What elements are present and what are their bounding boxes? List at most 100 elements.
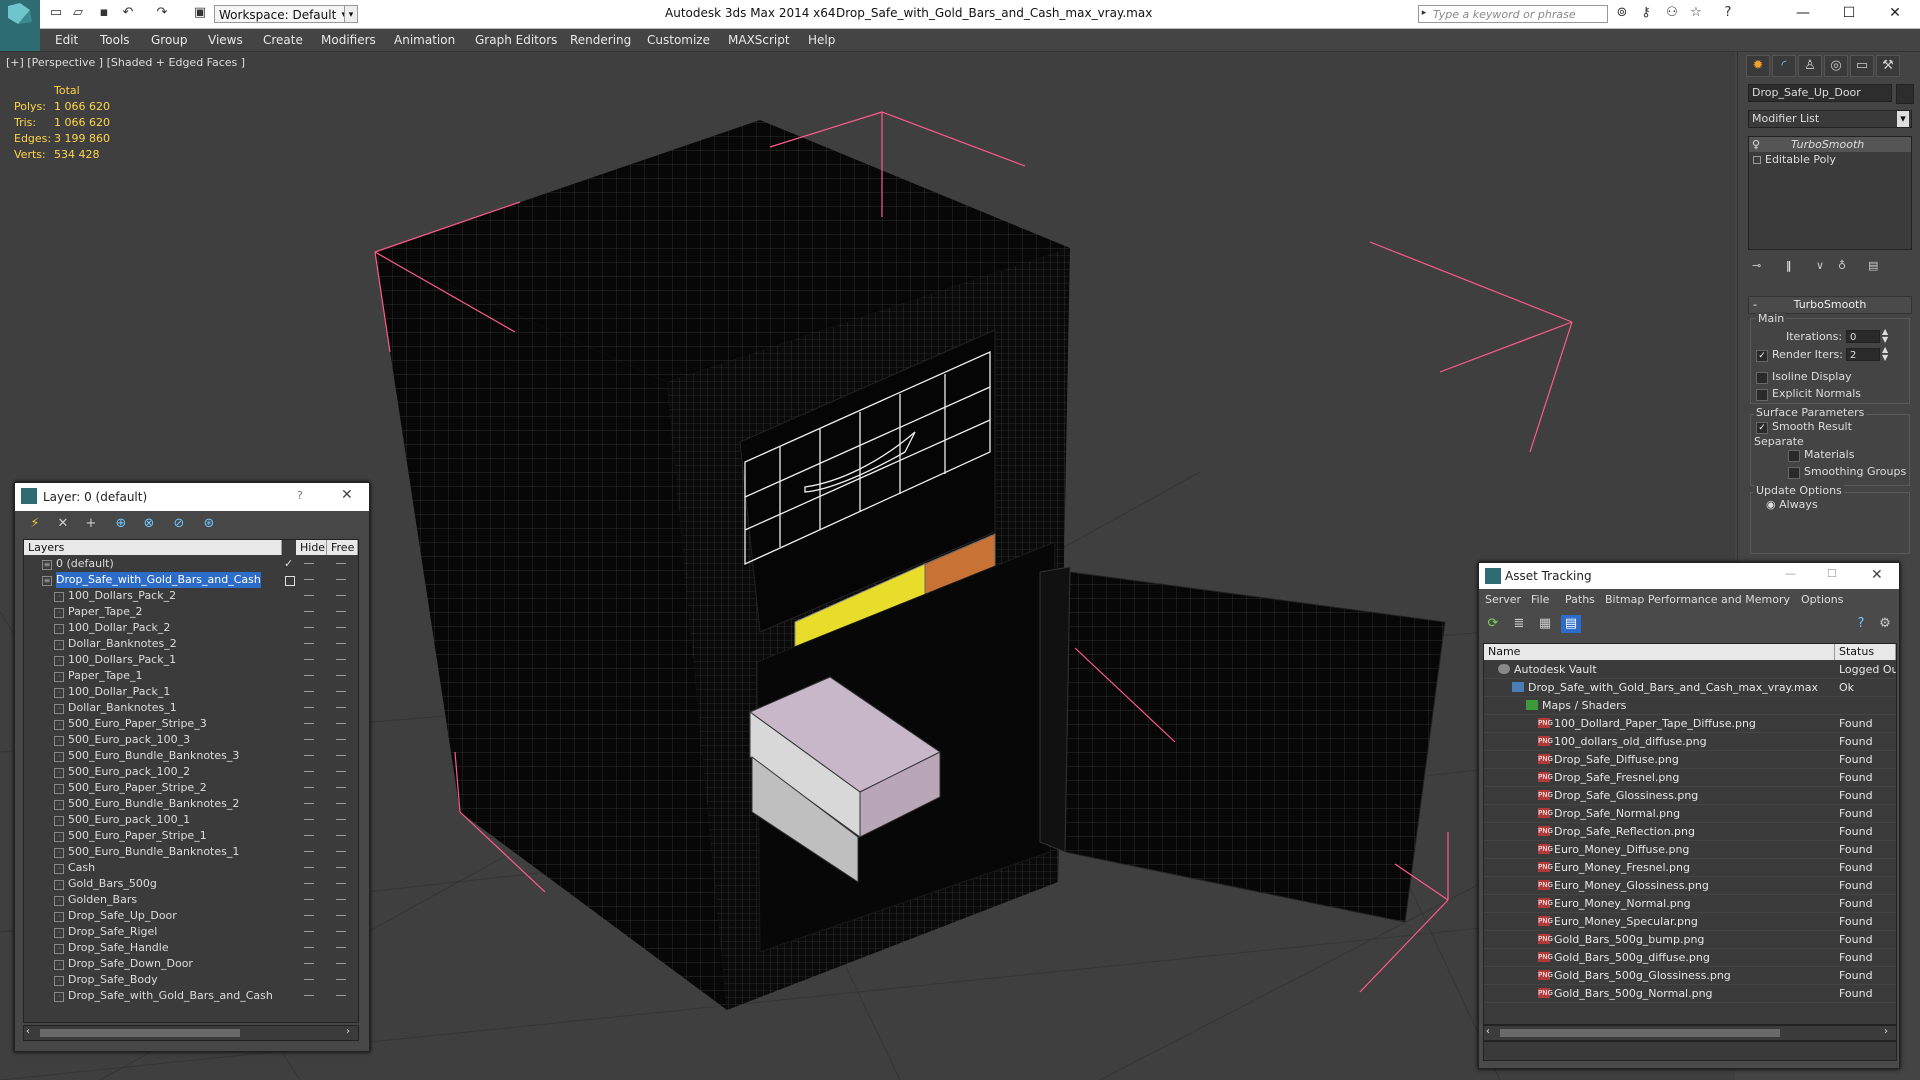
layer-row[interactable]: · 500_Euro_Paper_Stripe_3 bbox=[24, 716, 358, 732]
hide-toggle[interactable] bbox=[304, 643, 314, 644]
create-tab-icon[interactable]: ✹ bbox=[1746, 55, 1770, 77]
freeze-toggle[interactable] bbox=[336, 899, 346, 900]
maximize-button[interactable]: ☐ bbox=[1826, 2, 1872, 26]
set-current-layer-icon[interactable] bbox=[285, 576, 295, 586]
delete-layer-icon[interactable]: ✕ bbox=[53, 515, 73, 533]
layer-row[interactable]: · 100_Dollar_Pack_2 bbox=[24, 620, 358, 636]
menu-modifiers[interactable]: Modifiers bbox=[321, 33, 376, 47]
hide-toggle[interactable] bbox=[304, 755, 314, 756]
hide-toggle[interactable] bbox=[304, 803, 314, 804]
hide-toggle[interactable] bbox=[304, 595, 314, 596]
search-input[interactable]: Type a keyword or phrase bbox=[1418, 5, 1608, 23]
menu-customize[interactable]: Customize bbox=[647, 33, 710, 47]
layer-row[interactable]: · Dollar_Banknotes_2 bbox=[24, 636, 358, 652]
asset-row[interactable]: PNG Drop_Safe_Glossiness.png Found bbox=[1484, 787, 1896, 805]
hide-toggle[interactable] bbox=[304, 947, 314, 948]
layer-row[interactable]: · 500_Euro_pack_100_1 bbox=[24, 812, 358, 828]
asset-row[interactable]: Drop_Safe_with_Gold_Bars_and_Cash_max_vr… bbox=[1484, 679, 1896, 697]
layer-row[interactable]: · 500_Euro_pack_100_2 bbox=[24, 764, 358, 780]
modify-tab-icon[interactable]: ◜ bbox=[1772, 55, 1796, 77]
freeze-toggle[interactable] bbox=[336, 643, 346, 644]
freeze-toggle[interactable] bbox=[336, 691, 346, 692]
utilities-tab-icon[interactable]: ⚒ bbox=[1876, 55, 1900, 77]
freeze-toggle[interactable] bbox=[336, 563, 346, 564]
freeze-toggle[interactable] bbox=[336, 675, 346, 676]
app-logo[interactable] bbox=[0, 0, 40, 28]
motion-tab-icon[interactable]: ◎ bbox=[1824, 55, 1848, 77]
asset-row[interactable]: PNG Drop_Safe_Reflection.png Found bbox=[1484, 823, 1896, 841]
asset-row[interactable]: PNG Euro_Money_Specular.png Found bbox=[1484, 913, 1896, 931]
asset-row[interactable]: Maps / Shaders bbox=[1484, 697, 1896, 715]
key-icon[interactable]: ⚷ bbox=[1638, 6, 1654, 20]
spinner-arrows-icon[interactable]: ▲ ▼ bbox=[1882, 346, 1888, 362]
asset-row[interactable]: PNG Drop_Safe_Normal.png Found bbox=[1484, 805, 1896, 823]
layer-row[interactable]: · 500_Euro_pack_100_3 bbox=[24, 732, 358, 748]
maximize-icon[interactable]: ☐ bbox=[1827, 567, 1837, 580]
add-to-layer-icon[interactable]: + bbox=[81, 515, 101, 533]
smoothing-groups-checkbox[interactable] bbox=[1788, 467, 1800, 479]
menu-help[interactable]: Help bbox=[808, 33, 835, 47]
viewport-label[interactable]: [+] [Perspective ] [Shaded + Edged Faces… bbox=[6, 56, 245, 69]
render-iters-spinner[interactable]: 2 bbox=[1846, 348, 1880, 361]
layer-dialog-titlebar[interactable]: Layer: 0 (default) ? ✕ bbox=[15, 483, 369, 511]
asset-row[interactable]: PNG Euro_Money_Fresnel.png Found bbox=[1484, 859, 1896, 877]
layer-row[interactable]: · Drop_Safe_Body bbox=[24, 972, 358, 988]
help-icon[interactable]: ? bbox=[1851, 615, 1871, 633]
asset-horizontal-scrollbar[interactable]: ‹ › bbox=[1483, 1025, 1897, 1041]
spinner-arrows-icon[interactable]: ▲ ▼ bbox=[1882, 328, 1888, 344]
menu-edit[interactable]: Edit bbox=[55, 33, 78, 47]
layer-horizontal-scrollbar[interactable]: ‹ › bbox=[23, 1025, 359, 1041]
asset-dialog-titlebar[interactable]: Asset Tracking — ☐ ✕ bbox=[1479, 563, 1899, 589]
layer-row[interactable]: ≡ Drop_Safe_with_Gold_Bars_and_Cash bbox=[24, 572, 358, 588]
layer-row[interactable]: · 100_Dollars_Pack_1 bbox=[24, 652, 358, 668]
hide-toggle[interactable] bbox=[304, 835, 314, 836]
column-header-status[interactable]: Status bbox=[1835, 644, 1896, 660]
layer-row[interactable]: · 500_Euro_Bundle_Banknotes_1 bbox=[24, 844, 358, 860]
pin-stack-icon[interactable]: ⊸ bbox=[1752, 259, 1761, 272]
layer-row[interactable]: · 500_Euro_Paper_Stripe_1 bbox=[24, 828, 358, 844]
freeze-toggle[interactable] bbox=[336, 787, 346, 788]
hide-toggle[interactable] bbox=[304, 675, 314, 676]
people-icon[interactable]: ⚇ bbox=[1664, 6, 1680, 20]
layer-row[interactable]: · Drop_Safe_Down_Door bbox=[24, 956, 358, 972]
layer-row[interactable]: · Paper_Tape_2 bbox=[24, 604, 358, 620]
scroll-right-icon[interactable]: › bbox=[346, 1026, 350, 1037]
freeze-toggle[interactable] bbox=[336, 851, 346, 852]
workspace-menu-button[interactable]: ▾ bbox=[344, 5, 358, 23]
scroll-left-icon[interactable]: ‹ bbox=[26, 1026, 30, 1037]
remove-modifier-icon[interactable]: ♁ bbox=[1838, 259, 1846, 272]
hide-toggle[interactable] bbox=[304, 851, 314, 852]
help-icon[interactable]: ? bbox=[297, 489, 303, 502]
asset-status-field[interactable] bbox=[1483, 1041, 1897, 1061]
freeze-toggle[interactable] bbox=[336, 595, 346, 596]
freeze-toggle[interactable] bbox=[336, 867, 346, 868]
always-radio[interactable]: ◉ Always bbox=[1766, 498, 1818, 511]
freeze-toggle[interactable] bbox=[336, 707, 346, 708]
layer-row[interactable]: · Drop_Safe_Up_Door bbox=[24, 908, 358, 924]
scroll-left-icon[interactable]: ‹ bbox=[1486, 1026, 1490, 1037]
smooth-result-checkbox[interactable]: ✓ bbox=[1756, 422, 1768, 434]
column-header-hide[interactable]: Hide bbox=[296, 540, 327, 555]
freeze-toggle[interactable] bbox=[336, 819, 346, 820]
freeze-toggle[interactable] bbox=[336, 931, 346, 932]
layer-row[interactable]: · 100_Dollar_Pack_1 bbox=[24, 684, 358, 700]
stack-item-turbosmooth[interactable]: ♀ TurboSmooth bbox=[1749, 137, 1911, 152]
layer-row[interactable]: ≡ 0 (default) ✓ bbox=[24, 556, 358, 572]
stack-item-editable-poly[interactable]: Editable Poly bbox=[1749, 152, 1911, 167]
open-file-icon[interactable]: ▱ bbox=[70, 6, 86, 20]
freeze-toggle[interactable] bbox=[336, 627, 346, 628]
column-header-name[interactable]: Name bbox=[1484, 644, 1835, 660]
freeze-toggle[interactable] bbox=[336, 995, 346, 996]
render-iters-checkbox[interactable]: ✓ bbox=[1756, 350, 1768, 362]
asset-row[interactable]: PNG Drop_Safe_Fresnel.png Found bbox=[1484, 769, 1896, 787]
hide-toggle[interactable] bbox=[304, 691, 314, 692]
hide-toggle[interactable] bbox=[304, 931, 314, 932]
hide-toggle[interactable] bbox=[304, 883, 314, 884]
layer-row[interactable]: · 500_Euro_Paper_Stripe_2 bbox=[24, 780, 358, 796]
asset-row[interactable]: PNG Euro_Money_Normal.png Found bbox=[1484, 895, 1896, 913]
asset-row[interactable]: PNG Gold_Bars_500g_Glossiness.png Found bbox=[1484, 967, 1896, 985]
hide-toggle[interactable] bbox=[304, 867, 314, 868]
scroll-thumb[interactable] bbox=[1500, 1029, 1780, 1037]
table-view-icon[interactable]: ▤ bbox=[1561, 615, 1581, 633]
explicit-normals-checkbox[interactable] bbox=[1756, 389, 1768, 401]
